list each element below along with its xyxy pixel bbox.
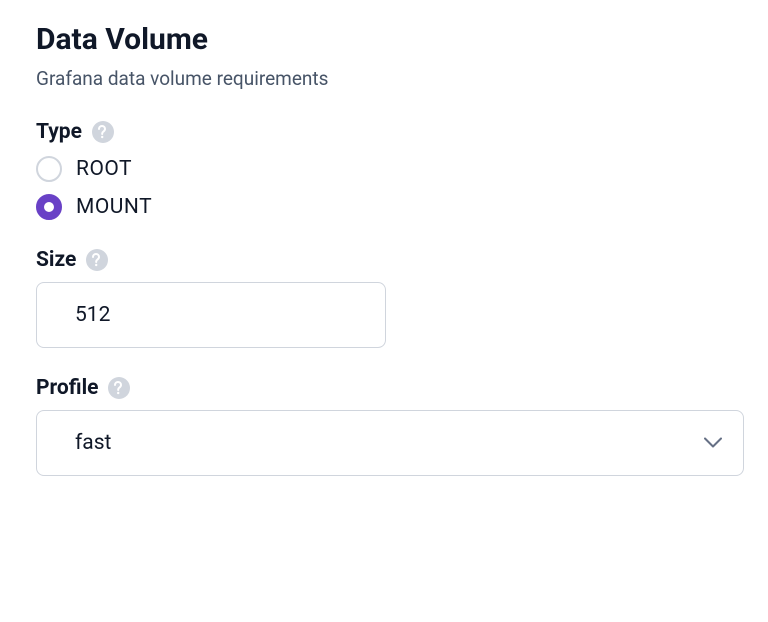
profile-label: Profile	[36, 376, 98, 400]
radio-indicator	[36, 156, 62, 182]
section-title: Data Volume	[36, 22, 732, 57]
help-icon[interactable]	[86, 249, 108, 271]
help-icon[interactable]	[92, 121, 114, 143]
radio-root[interactable]: ROOT	[36, 156, 732, 182]
radio-indicator	[36, 194, 62, 220]
field-size: Size	[36, 248, 732, 348]
section-description: Grafana data volume requirements	[36, 67, 732, 90]
radio-mount[interactable]: MOUNT	[36, 194, 732, 220]
size-input[interactable]	[36, 282, 386, 348]
radio-root-label: ROOT	[76, 157, 132, 181]
field-type: Type ROOT MOUNT	[36, 120, 732, 220]
size-label: Size	[36, 248, 76, 272]
profile-select[interactable]	[36, 410, 744, 476]
type-label: Type	[36, 120, 82, 144]
radio-mount-label: MOUNT	[76, 195, 152, 219]
help-icon[interactable]	[108, 377, 130, 399]
field-profile: Profile	[36, 376, 732, 476]
type-radio-group: ROOT MOUNT	[36, 156, 732, 220]
